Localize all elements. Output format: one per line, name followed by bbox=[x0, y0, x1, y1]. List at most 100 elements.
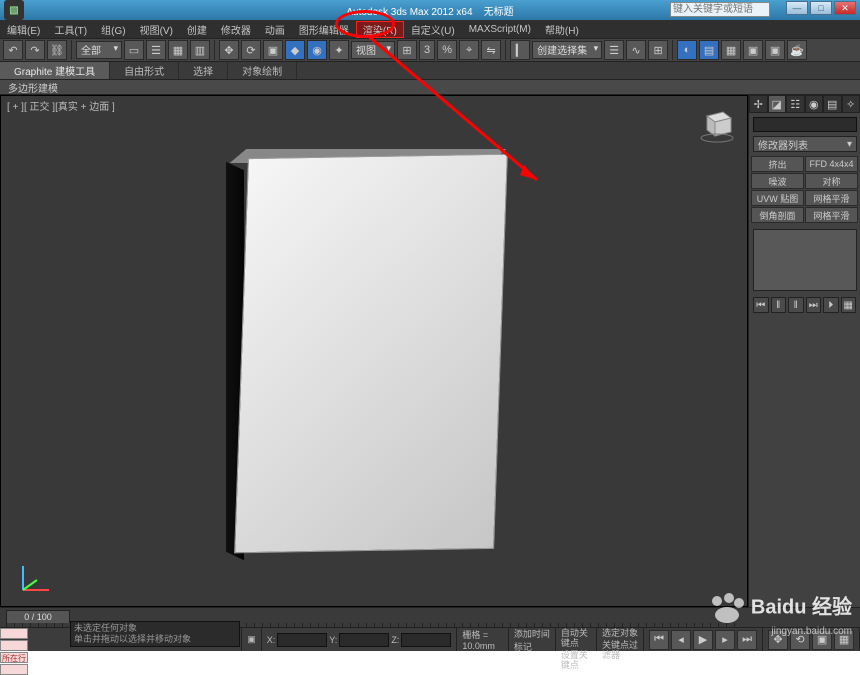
watermark: Baidu 经验 jingyan.baidu.com bbox=[709, 593, 852, 641]
scale-button[interactable]: ▣ bbox=[263, 40, 283, 60]
help-search-input[interactable] bbox=[670, 2, 770, 17]
prompt-line2: 单击并拖动以选择并移动对象 bbox=[74, 634, 236, 645]
viewport-label[interactable]: [ + ][ 正交 ][真实 + 边面 ] bbox=[7, 98, 115, 113]
select-button[interactable]: ▭ bbox=[124, 40, 144, 60]
modifier-stack-area[interactable] bbox=[753, 229, 857, 291]
teapot-render-button[interactable]: ☕ bbox=[787, 40, 807, 60]
tab-display-icon[interactable]: ▤ bbox=[823, 95, 842, 113]
listener-row1[interactable] bbox=[0, 628, 28, 639]
use-center-button[interactable]: ◉ bbox=[307, 40, 327, 60]
modifier-list-label: 修改器列表 bbox=[758, 137, 808, 152]
listener-row1b[interactable] bbox=[0, 640, 28, 651]
render-iterative-button[interactable]: ▣ bbox=[765, 40, 785, 60]
select-region-button[interactable]: ▦ bbox=[168, 40, 188, 60]
curve-editor-button[interactable]: ∿ bbox=[626, 40, 646, 60]
tab-utilities-icon[interactable]: ✧ bbox=[842, 95, 860, 113]
mod-meshsmooth2-button[interactable]: 网格平滑 bbox=[805, 207, 858, 223]
key-filters-button[interactable]: 关键点过滤器 bbox=[602, 640, 638, 660]
render-setup-button[interactable]: ▤ bbox=[699, 40, 719, 60]
menu-group[interactable]: 组(G) bbox=[94, 22, 132, 37]
app-window: ▧ Autodesk 3ds Max 2012 x64 无标题 — □ ✕ 编辑… bbox=[0, 0, 860, 651]
auto-key-button[interactable]: 自动关键点 bbox=[561, 628, 591, 648]
material-editor-button[interactable]: ◐ bbox=[677, 40, 697, 60]
window-crossing-button[interactable]: ▥ bbox=[190, 40, 210, 60]
mirror-button[interactable]: ⇋ bbox=[481, 40, 501, 60]
listener-row2b[interactable] bbox=[0, 664, 28, 675]
viewcube-icon[interactable] bbox=[697, 104, 737, 144]
move-button[interactable]: ✥ bbox=[219, 40, 239, 60]
scene-box-object[interactable] bbox=[226, 146, 491, 546]
tab-motion-icon[interactable]: ◉ bbox=[805, 95, 824, 113]
menu-animation[interactable]: 动画 bbox=[258, 22, 292, 37]
snap-toggle-button[interactable]: ⊞ bbox=[397, 40, 417, 60]
menu-help[interactable]: 帮助(H) bbox=[538, 22, 586, 37]
object-name-input[interactable] bbox=[753, 117, 857, 132]
menu-edit[interactable]: 编辑(E) bbox=[0, 22, 47, 37]
mod-ffd-button[interactable]: FFD 4x4x4 bbox=[805, 156, 858, 172]
tab-modify-icon[interactable]: ◪ bbox=[768, 95, 787, 113]
render-production-button[interactable]: ▣ bbox=[743, 40, 763, 60]
menu-grapheditors[interactable]: 图形编辑器 bbox=[292, 22, 356, 37]
align-button[interactable]: ▎ bbox=[510, 40, 530, 60]
isolate-button[interactable]: ▣ bbox=[242, 628, 262, 651]
percent-snap-button[interactable]: % bbox=[437, 40, 457, 60]
rendered-frame-button[interactable]: ▦ bbox=[721, 40, 741, 60]
key-filter-group: 选定对象 关键点过滤器 bbox=[597, 628, 644, 651]
menu-rendering[interactable]: 渲染(R) bbox=[356, 21, 404, 38]
mod-extrude-button[interactable]: 挤出 bbox=[751, 156, 804, 172]
coord-x-input[interactable] bbox=[277, 633, 327, 647]
menu-create[interactable]: 创建 bbox=[180, 22, 214, 37]
prompt-area: 未选定任何对象 单击并拖动以选择并移动对象 bbox=[70, 621, 240, 647]
redo-button[interactable]: ↷ bbox=[25, 40, 45, 60]
ribbon-tab-freeform[interactable]: 自由形式 bbox=[110, 62, 179, 79]
mod-symmetry-button[interactable]: 对称 bbox=[805, 173, 858, 189]
menu-maxscript[interactable]: MAXScript(M) bbox=[462, 24, 538, 35]
angle-snap-button[interactable]: 3 bbox=[419, 40, 435, 60]
select-name-button[interactable]: ☰ bbox=[146, 40, 166, 60]
selection-filter-dropdown[interactable]: 全部 bbox=[76, 41, 122, 59]
stack-pin-button[interactable]: ⏮ bbox=[753, 297, 769, 313]
rotate-button[interactable]: ⟳ bbox=[241, 40, 261, 60]
goto-start-button[interactable]: ⏮ bbox=[649, 630, 669, 650]
ribbon-tab-objpaint[interactable]: 对象绘制 bbox=[228, 62, 297, 79]
ribbon-tab-selection[interactable]: 选择 bbox=[179, 62, 228, 79]
link-button[interactable]: ⛓ bbox=[47, 40, 67, 60]
layer-manager-button[interactable]: ☰ bbox=[604, 40, 624, 60]
coord-z-input[interactable] bbox=[401, 633, 451, 647]
mod-noise-button[interactable]: 噪波 bbox=[751, 173, 804, 189]
mod-bevelprof-button[interactable]: 倒角剖面 bbox=[751, 207, 804, 223]
spinner-snap-button[interactable]: ⌖ bbox=[459, 40, 479, 60]
mod-uvwmap-button[interactable]: UVW 贴图 bbox=[751, 190, 804, 206]
time-slider-thumb[interactable]: 0 / 100 bbox=[6, 610, 70, 624]
menu-customize[interactable]: 自定义(U) bbox=[404, 22, 462, 37]
menu-tools[interactable]: 工具(T) bbox=[47, 22, 94, 37]
set-key-button[interactable]: 设置关键点 bbox=[561, 650, 591, 670]
coord-y-input[interactable] bbox=[339, 633, 389, 647]
stack-show-button[interactable]: ‖ bbox=[771, 297, 787, 313]
schematic-view-button[interactable]: ⊞ bbox=[648, 40, 668, 60]
tab-create-icon[interactable]: ✢ bbox=[749, 95, 768, 113]
ref-coord-button[interactable]: ◆ bbox=[285, 40, 305, 60]
named-sel-set-dropdown[interactable]: 创建选择集 bbox=[532, 41, 602, 59]
undo-button[interactable]: ↶ bbox=[3, 40, 23, 60]
viewport-perspective[interactable]: [ + ][ 正交 ][真实 + 边面 ] bbox=[0, 95, 748, 607]
prev-frame-button[interactable]: ◂ bbox=[671, 630, 691, 650]
stack-remove-button[interactable]: ⏭ bbox=[806, 297, 822, 313]
prompt-line1: 未选定任何对象 bbox=[74, 623, 236, 634]
stack-config-button[interactable]: ⏵ bbox=[823, 297, 839, 313]
manipulate-button[interactable]: ✦ bbox=[329, 40, 349, 60]
ribbon-panel-polymodel[interactable]: 多边形建模 bbox=[0, 80, 860, 95]
window-maximize-button[interactable]: □ bbox=[810, 1, 832, 15]
stack-sets-button[interactable]: ▦ bbox=[841, 297, 857, 313]
add-time-tag-button[interactable]: 添加时间标记 bbox=[509, 628, 556, 651]
window-close-button[interactable]: ✕ bbox=[834, 1, 856, 15]
menu-views[interactable]: 视图(V) bbox=[133, 22, 180, 37]
ref-coord-dropdown[interactable]: 视图 bbox=[351, 41, 395, 59]
modifier-list-dropdown[interactable]: 修改器列表▾ bbox=[753, 136, 857, 152]
window-minimize-button[interactable]: — bbox=[786, 1, 808, 15]
tab-hierarchy-icon[interactable]: ☷ bbox=[786, 95, 805, 113]
menu-modifiers[interactable]: 修改器 bbox=[214, 22, 258, 37]
mod-meshsmooth-button[interactable]: 网格平滑 bbox=[805, 190, 858, 206]
stack-unique-button[interactable]: ‖ bbox=[788, 297, 804, 313]
ribbon-tab-graphite[interactable]: Graphite 建模工具 bbox=[0, 62, 110, 79]
